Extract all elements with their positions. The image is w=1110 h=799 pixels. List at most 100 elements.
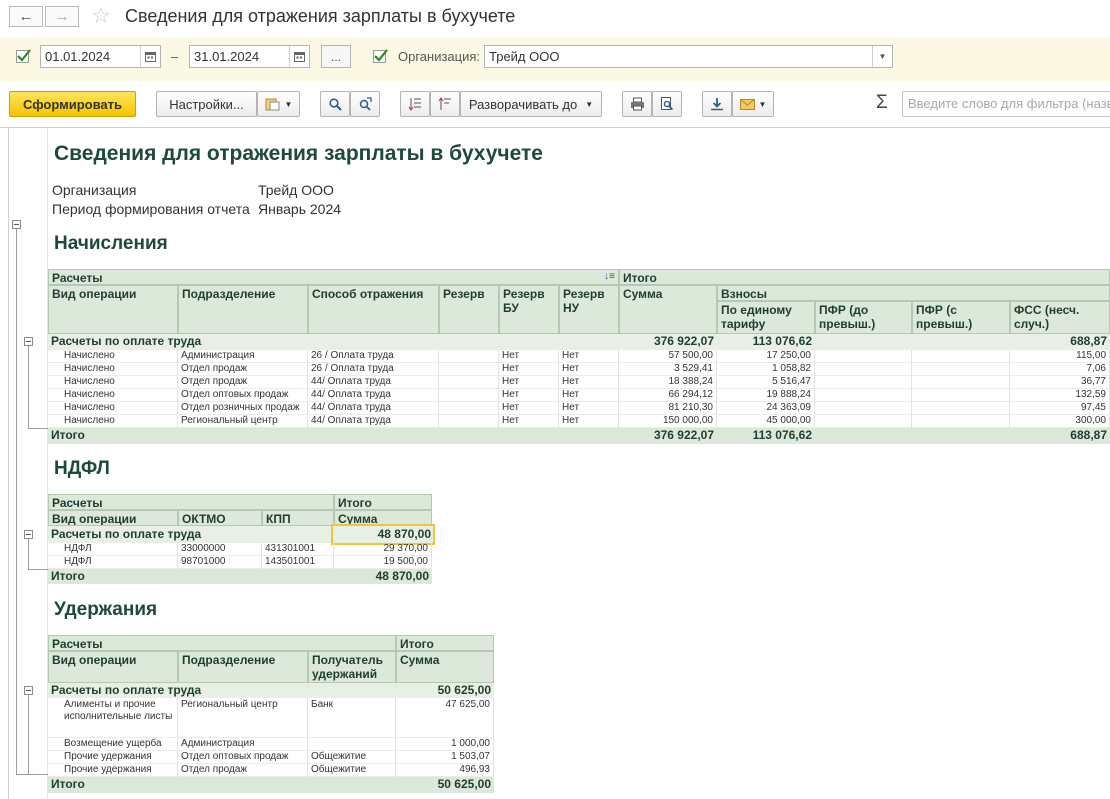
table-cell-single: 45 000,00 — [717, 415, 815, 428]
collapse-toggle-report[interactable] — [12, 220, 21, 229]
chevron-down-icon[interactable]: ▼ — [872, 46, 892, 67]
param-label-org: Организация — [52, 182, 137, 198]
header-single-tariff: По единому тарифу — [717, 301, 815, 334]
back-button[interactable]: ← — [9, 6, 43, 27]
section-title-deductions: Удержания — [54, 599, 158, 620]
section-title-ndfl: НДФЛ — [54, 458, 110, 479]
table-cell-empty — [912, 402, 1010, 415]
organization-checkbox[interactable] — [373, 49, 388, 63]
header-total: Итого — [396, 635, 494, 651]
expand-groups-button[interactable] — [400, 91, 430, 117]
table-cell-single: 19 888,24 — [717, 389, 815, 402]
table-cell-empty — [439, 402, 499, 415]
accruals-table: Расчеты ↓≡ Итого Вид операции Подразделен… — [48, 269, 1110, 445]
total-row-pfr — [815, 428, 1010, 444]
table-cell-nu: Нет — [559, 376, 619, 389]
favorite-star-icon[interactable]: ☆ — [91, 3, 111, 29]
group-row-pfr — [815, 334, 1010, 350]
tree-line — [28, 428, 48, 429]
header-dept: Подразделение — [178, 651, 308, 683]
table-cell-bu: Нет — [499, 402, 559, 415]
expand-all-icon — [408, 98, 421, 111]
calendar-icon[interactable] — [289, 46, 309, 67]
table-cell-op: Начислено — [48, 363, 178, 376]
header-dept: Подразделение — [178, 285, 308, 334]
table-cell-empty — [815, 415, 912, 428]
header-calc: Расчеты — [48, 635, 396, 651]
header-contributions: Взносы — [717, 285, 1110, 301]
table-cell-kpp: 431301001 — [262, 543, 334, 556]
param-value-org: Трейд ООО — [258, 182, 334, 198]
table-cell-fss: 36,77 — [1010, 376, 1110, 389]
header-sum: Сумма — [334, 510, 432, 526]
table-cell-op: Начислено — [48, 350, 178, 363]
sum-icon[interactable]: Σ — [876, 92, 888, 114]
sort-icon[interactable]: ↓≡ — [604, 270, 615, 284]
table-cell-dept: Региональный центр — [178, 698, 308, 738]
header-op: Вид операции — [48, 651, 178, 683]
table-cell-empty — [439, 350, 499, 363]
period-checkbox[interactable] — [16, 49, 31, 63]
table-cell-method: 44/ Оплата труда — [308, 402, 439, 415]
selected-cell-sum[interactable]: 48 870,00 — [331, 524, 435, 545]
table-cell-empty — [912, 389, 1010, 402]
tree-line — [16, 774, 48, 775]
search-next-icon — [359, 97, 372, 111]
header-total: Итого — [619, 269, 1110, 285]
header-method: Способ отражения — [308, 285, 439, 334]
total-row-label: Итого — [48, 569, 334, 584]
table-cell-empty — [912, 415, 1010, 428]
table-cell-fss: 132,59 — [1010, 389, 1110, 402]
table-cell-sum: 57 500,00 — [619, 350, 717, 363]
table-cell-op: Начислено — [48, 402, 178, 415]
chevron-down-icon: ▼ — [758, 99, 767, 109]
chevron-down-icon: ▼ — [585, 99, 594, 109]
table-cell-empty — [815, 402, 912, 415]
section-title-accruals: Начисления — [54, 233, 168, 254]
collapse-toggle-ndfl[interactable] — [24, 530, 33, 539]
find-button[interactable] — [320, 91, 350, 117]
group-row-label: Расчеты по оплате труда — [48, 683, 396, 698]
variants-button[interactable]: ▼ — [257, 91, 300, 117]
clipboard-icon — [265, 98, 280, 111]
date-to-field[interactable]: 31.01.2024 — [189, 45, 310, 68]
group-row-label: Расчеты по оплате труда — [48, 526, 334, 543]
settings-button[interactable]: Настройки... — [156, 91, 257, 117]
calendar-icon[interactable] — [140, 46, 160, 67]
header-sum: Сумма — [619, 285, 717, 334]
table-cell-sum: 496,93 — [396, 764, 494, 777]
save-button[interactable] — [702, 91, 732, 117]
header-op: Вид операции — [48, 510, 178, 526]
collapse-toggle-deductions[interactable] — [24, 686, 33, 695]
preview-button[interactable] — [652, 91, 682, 117]
print-button[interactable] — [622, 91, 652, 117]
date-from-field[interactable]: 01.01.2024 — [40, 45, 161, 68]
report-left-edge — [8, 128, 9, 799]
tree-line — [28, 346, 29, 428]
period-select-button[interactable]: ... — [321, 45, 351, 68]
checkmark-icon — [17, 49, 31, 62]
expand-to-dropdown[interactable]: Разворачивать до ▼ — [460, 91, 602, 117]
table-cell-fss: 97,45 — [1010, 402, 1110, 415]
table-cell-nu: Нет — [559, 350, 619, 363]
organization-field[interactable]: Трейд ООО ▼ — [484, 45, 893, 68]
find-next-button[interactable] — [350, 91, 380, 117]
table-cell-dept: Администрация — [178, 738, 308, 751]
table-cell-op: Начислено — [48, 376, 178, 389]
forward-button[interactable]: → — [45, 6, 79, 27]
table-cell-sum: 81 210,30 — [619, 402, 717, 415]
generate-button[interactable]: Сформировать — [9, 91, 136, 117]
table-cell-fss: 115,00 — [1010, 350, 1110, 363]
table-cell-empty — [815, 350, 912, 363]
header-kpp: КПП — [262, 510, 334, 526]
table-cell-op: Прочие удержания — [48, 764, 178, 777]
send-mail-button[interactable]: ▼ — [732, 91, 774, 117]
window-title: Сведения для отражения зарплаты в бухуче… — [125, 6, 516, 26]
table-cell-recipient: Общежитие — [308, 751, 396, 764]
group-row-sum: 376 922,07 — [619, 334, 717, 350]
total-row-single: 113 076,62 — [717, 428, 815, 444]
filter-search-input[interactable]: Введите слово для фильтра (назва — [902, 91, 1110, 117]
collapse-toggle-accruals[interactable] — [24, 337, 33, 346]
group-row-sum: 50 625,00 — [396, 683, 494, 698]
collapse-groups-button[interactable] — [430, 91, 460, 117]
